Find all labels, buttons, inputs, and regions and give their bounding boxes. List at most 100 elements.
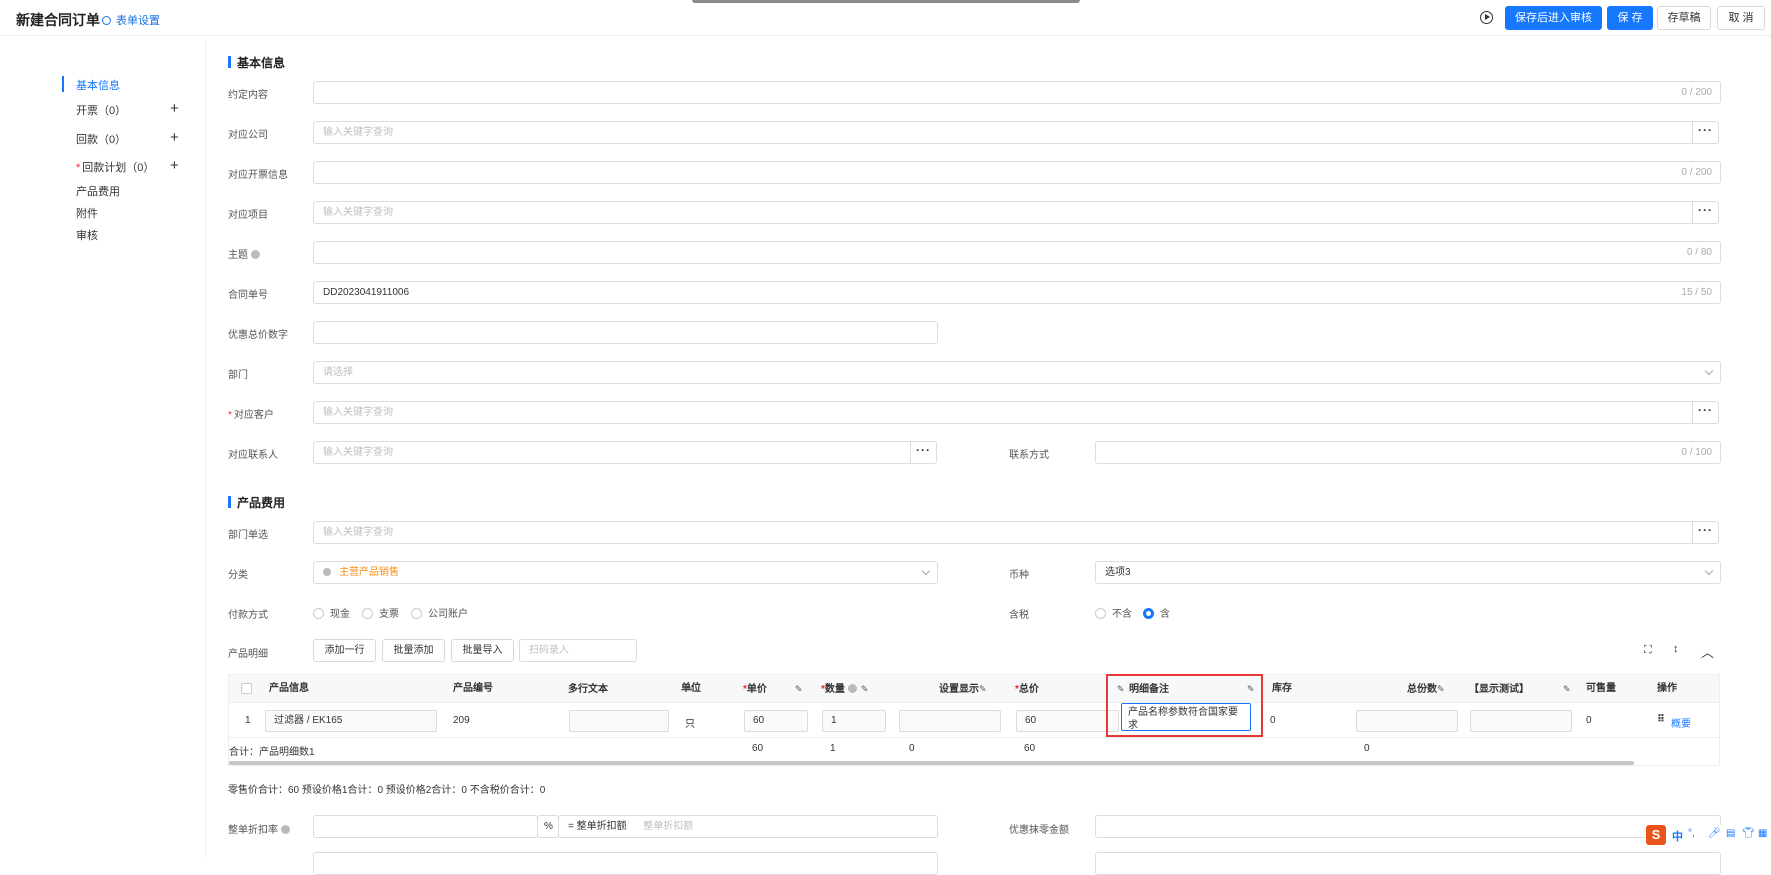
edit-icon[interactable]: ✎: [1563, 684, 1571, 694]
customer-more-button[interactable]: ···: [1692, 401, 1719, 424]
add-invoice-icon[interactable]: +: [170, 101, 179, 116]
active-indicator: [62, 76, 64, 92]
payment-check-radio[interactable]: 支票: [362, 605, 399, 620]
total-cell[interactable]: 60: [1016, 710, 1119, 732]
product-info-cell[interactable]: 过滤器 / EK165: [265, 710, 437, 732]
horizontal-scrollbar[interactable]: [229, 761, 1634, 765]
footer-qty: 1: [830, 743, 836, 754]
keyboard-icon[interactable]: ▤: [1726, 828, 1735, 839]
add-payment-icon[interactable]: +: [170, 130, 179, 145]
contact-method-input[interactable]: 0 / 100: [1095, 441, 1721, 464]
invoice-info-input[interactable]: 0 / 200: [313, 161, 1721, 184]
sidebar-item-invoice[interactable]: 开票（0）: [76, 102, 126, 118]
contact-input[interactable]: 输入关键字查询: [313, 441, 911, 464]
skin-icon[interactable]: 👕︎: [1742, 828, 1755, 839]
contract-no-input[interactable]: DD2023041911006 15 / 50: [313, 281, 1721, 304]
product-code-cell: 209: [453, 715, 470, 726]
sidebar-item-payment-plan[interactable]: * 回款计划（0）: [76, 159, 154, 175]
product-table: 产品信息 产品编号 多行文本 ✎ 单位 *单价 ✎ *数量 ✎ 设置显示✎ *总价 ✎ …: [228, 674, 1720, 766]
top-bar: 新建合同订单 表单设置 保存后进入审核 保 存 存草稿 取 消: [0, 0, 1771, 36]
col-setting: 设置显示✎: [939, 684, 987, 695]
customer-input[interactable]: 输入关键字查询: [313, 401, 1693, 424]
contact-more-button[interactable]: ···: [910, 441, 937, 464]
batch-add-button[interactable]: 批量添加: [382, 639, 445, 662]
save-draft-button[interactable]: 存草稿: [1657, 6, 1711, 30]
scan-input[interactable]: 扫码录入: [519, 639, 637, 662]
project-more-button[interactable]: ···: [1692, 201, 1719, 224]
edit-icon[interactable]: ✎: [861, 684, 869, 694]
edit-icon[interactable]: ✎: [979, 684, 987, 694]
batch-import-button[interactable]: 批量导入: [451, 639, 514, 662]
display-test-cell[interactable]: [1470, 710, 1572, 732]
sidebar-item-review[interactable]: 审核: [76, 227, 98, 243]
department-select[interactable]: 请选择: [313, 361, 1721, 384]
ime-lang[interactable]: 中: [1672, 828, 1683, 844]
dept-single-more-button[interactable]: ···: [1692, 521, 1719, 544]
payment-account-radio[interactable]: 公司账户: [411, 605, 468, 620]
footer-portions: 0: [1364, 743, 1370, 754]
grid-icon[interactable]: ▦: [1758, 828, 1767, 839]
ime-toolbar[interactable]: S 中 °, 🎤︎ ▤ 👕︎ ▦: [1646, 825, 1771, 845]
col-price: *单价 ✎: [743, 684, 803, 695]
save-button[interactable]: 保 存: [1607, 6, 1653, 30]
fullscreen-icon[interactable]: ⛶: [1644, 644, 1652, 657]
col-unit: 单位: [681, 683, 701, 694]
sidebar-item-attachment[interactable]: 附件: [76, 205, 98, 221]
help-icon: [847, 684, 857, 693]
category-label: 分类: [228, 570, 248, 581]
select-all-checkbox[interactable]: [241, 683, 252, 694]
setting-cell[interactable]: [899, 710, 1001, 732]
chevron-down-icon: [1704, 566, 1714, 576]
sidebar-item-payment[interactable]: 回款（0）: [76, 131, 126, 147]
company-input[interactable]: 输入关键字查询: [313, 121, 1693, 144]
portions-cell[interactable]: [1356, 710, 1458, 732]
info-icon: [323, 568, 331, 576]
discount-total-label: 优惠总价数字: [228, 330, 288, 341]
agreement-input[interactable]: 0 / 200: [313, 81, 1721, 104]
multiline-cell[interactable]: [569, 710, 669, 732]
customer-label: * 对应客户: [228, 410, 274, 421]
col-qty: *数量 ✎: [821, 684, 869, 695]
col-action: 操作: [1657, 683, 1677, 694]
next-row-input-right[interactable]: [1095, 852, 1721, 875]
punct-icon[interactable]: °,: [1688, 828, 1695, 839]
remark-textarea[interactable]: 产品名称参数符合国家要求: [1121, 703, 1251, 731]
drag-icon[interactable]: ⠿: [1657, 714, 1665, 725]
rounding-input[interactable]: [1095, 815, 1721, 838]
qty-cell[interactable]: 1: [822, 710, 886, 732]
dept-single-input[interactable]: 输入关键字查询: [313, 521, 1693, 544]
invoice-info-label: 对应开票信息: [228, 170, 288, 181]
subject-input[interactable]: 0 / 80: [313, 241, 1721, 264]
currency-label: 币种: [1009, 570, 1029, 581]
edit-icon[interactable]: ✎: [1437, 684, 1445, 694]
drag-handle[interactable]: [692, 0, 1080, 3]
company-more-button[interactable]: ···: [1692, 121, 1719, 144]
tax-inclusive-radio[interactable]: 含: [1143, 605, 1170, 620]
collapse-icon[interactable]: ︿: [1701, 642, 1714, 661]
mic-icon[interactable]: 🎤︎: [1708, 828, 1721, 839]
form-settings-link[interactable]: 表单设置: [102, 12, 160, 28]
payment-cash-radio[interactable]: 现金: [313, 605, 350, 620]
discount-rate-input[interactable]: [313, 815, 538, 838]
sidebar-item-product-fee[interactable]: 产品费用: [76, 183, 120, 199]
category-select[interactable]: 主营产品销售: [313, 561, 938, 584]
next-row-input[interactable]: [313, 852, 938, 875]
cancel-button[interactable]: 取 消: [1717, 6, 1765, 30]
help-icon: [251, 250, 260, 259]
sidebar-item-basic-info[interactable]: 基本信息: [76, 77, 120, 93]
tax-exclusive-radio[interactable]: 不含: [1095, 605, 1132, 620]
discount-amount-input[interactable]: = 整单折扣额 整单折扣额: [558, 815, 938, 838]
edit-icon[interactable]: ✎: [795, 684, 803, 694]
summary-link[interactable]: 概要: [1671, 715, 1691, 730]
currency-select[interactable]: 选项3: [1095, 561, 1721, 584]
add-payment-plan-icon[interactable]: +: [170, 158, 179, 173]
col-display-test: 【显示测试】 ✎: [1469, 684, 1571, 695]
col-product-info: 产品信息: [269, 683, 309, 694]
price-cell[interactable]: 60: [744, 710, 808, 732]
add-row-button[interactable]: 添加一行: [313, 639, 376, 662]
save-and-submit-button[interactable]: 保存后进入审核: [1505, 6, 1602, 30]
height-toggle-icon[interactable]: ↕: [1673, 643, 1679, 655]
discount-total-input[interactable]: [313, 321, 938, 344]
play-icon[interactable]: [1480, 11, 1493, 24]
project-input[interactable]: 输入关键字查询: [313, 201, 1693, 224]
